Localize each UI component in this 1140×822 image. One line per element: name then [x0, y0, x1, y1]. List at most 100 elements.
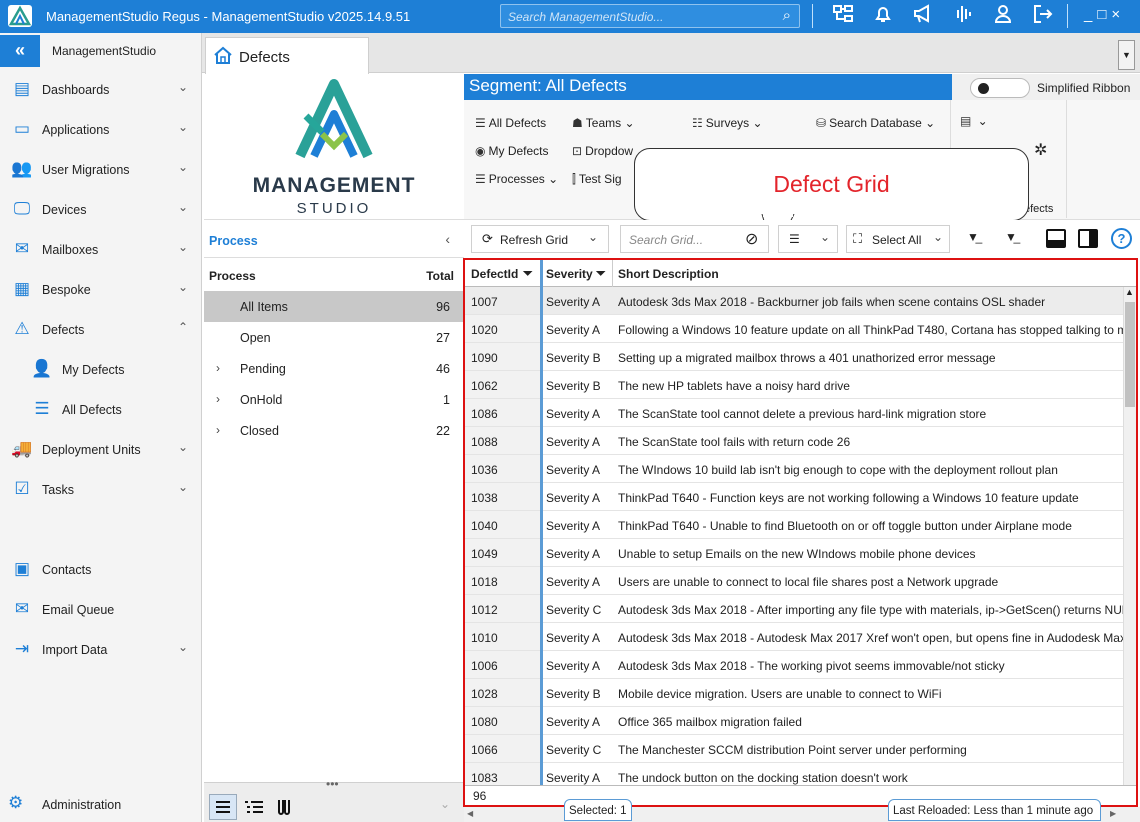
expand-icon[interactable]: › — [216, 392, 220, 406]
column-header-severity[interactable]: Severity — [546, 267, 593, 281]
minimize-button[interactable]: _ — [1084, 6, 1097, 23]
tree-view-icon[interactable] — [244, 800, 264, 814]
bug-icon[interactable]: ✲ — [1034, 140, 1047, 160]
table-row[interactable]: 1036 Severity A The WIndows 10 build lab i… — [465, 455, 1125, 483]
process-row-pending[interactable]: › Pending 46 — [204, 353, 464, 384]
help-icon[interactable]: ? — [1111, 228, 1132, 249]
table-row[interactable]: 1049 Severity A Unable to setup Emails on … — [465, 539, 1125, 567]
sidebar-item-defects[interactable]: ⚠ Defects ⌃ — [0, 310, 202, 348]
table-row[interactable]: 1086 Severity A The ScanState tool cannot … — [465, 399, 1125, 427]
scroll-up-icon[interactable]: ▲ — [1125, 287, 1134, 297]
chevron-down-icon[interactable]: ⌄ — [178, 440, 188, 454]
my-defects-button[interactable]: ◉ My Defects — [475, 144, 549, 158]
global-search-input[interactable]: Search ManagementStudio... ⌕ — [500, 4, 800, 28]
resize-grip-icon[interactable]: ••• — [326, 777, 339, 791]
collapse-sidebar-button[interactable]: « — [0, 35, 40, 67]
sidebar-item-tasks[interactable]: ☑ Tasks ⌄ — [0, 470, 202, 508]
megaphone-icon[interactable] — [910, 4, 936, 28]
tab-list-dropdown-button[interactable]: ▼ — [1118, 40, 1135, 70]
simplified-ribbon-toggle[interactable] — [970, 78, 1030, 98]
chevron-up-icon[interactable]: ⌃ — [178, 320, 188, 334]
sidebar-item-user-migrations[interactable]: 👥 User Migrations ⌄ — [0, 150, 202, 188]
chevron-down-icon[interactable]: ⌄ — [178, 80, 188, 94]
collapse-panel-icon[interactable]: ‹ — [445, 231, 450, 247]
chevron-down-icon[interactable]: ⌄ — [178, 280, 188, 294]
total-column-label[interactable]: Total — [426, 269, 454, 283]
sidebar-item-mailboxes[interactable]: ✉ Mailboxes ⌄ — [0, 230, 202, 268]
sidebar-item-bespoke[interactable]: ▦ Bespoke ⌄ — [0, 270, 202, 308]
org-chart-icon[interactable] — [830, 4, 856, 28]
table-row[interactable]: 1007 Severity A Autodesk 3ds Max 2018 - Ba… — [465, 287, 1125, 315]
table-row[interactable]: 1012 Severity C Autodesk 3ds Max 2018 - Af… — [465, 595, 1125, 623]
audio-wave-icon[interactable] — [950, 4, 976, 28]
chevron-down-icon[interactable]: ⌄ — [178, 640, 188, 654]
table-row[interactable]: 1006 Severity A Autodesk 3ds Max 2018 - Th… — [465, 651, 1125, 679]
process-row-onhold[interactable]: › OnHold 1 — [204, 384, 464, 415]
close-button[interactable]: × — [1111, 6, 1125, 23]
expand-icon[interactable]: › — [216, 423, 220, 437]
user-icon[interactable] — [990, 4, 1016, 28]
sidebar-item-administration[interactable]: ⚙ Administration — [0, 790, 202, 820]
vertical-scrollbar[interactable]: ▲ — [1123, 287, 1136, 797]
search-database-button[interactable]: ⛁ Search Database ⌄ — [816, 116, 935, 130]
sidebar-item-all-defects[interactable]: ☰ All Defects — [0, 390, 202, 428]
tab-defects[interactable]: Defects — [205, 37, 369, 74]
sidebar-item-my-defects[interactable]: 👤 My Defects — [0, 350, 202, 388]
column-header-short-description[interactable]: Short Description — [618, 267, 719, 281]
chevron-down-icon[interactable]: ⌄ — [178, 240, 188, 254]
sort-menu-button[interactable]: ☰ ⌄ — [778, 225, 838, 253]
surveys-button[interactable]: ☷ Surveys ⌄ — [692, 116, 763, 130]
table-row[interactable]: 1080 Severity A Office 365 mailbox migrati… — [465, 707, 1125, 735]
sidebar-item-applications[interactable]: ▭ Applications ⌄ — [0, 110, 202, 148]
chevron-down-icon[interactable]: ⌄ — [178, 480, 188, 494]
window-controls[interactable]: _□× — [1084, 6, 1125, 23]
all-defects-button[interactable]: ☰ All Defects — [475, 116, 546, 130]
test-signoff-button[interactable]: ⫿ Test Sig — [572, 172, 622, 187]
table-row[interactable]: 1090 Severity B Setting up a migrated mail… — [465, 343, 1125, 371]
test-tubes-icon[interactable] — [276, 799, 292, 815]
column-header-defectid[interactable]: DefectId — [471, 267, 518, 281]
scroll-right-icon[interactable]: ▶ — [1110, 809, 1116, 818]
chevron-down-icon[interactable]: ⌄ — [178, 160, 188, 174]
table-row[interactable]: 1088 Severity A The ScanState tool fails w… — [465, 427, 1125, 455]
sign-out-icon[interactable] — [1030, 4, 1056, 28]
filter-icon[interactable]: ⏷ — [596, 266, 606, 281]
process-column-label[interactable]: Process — [209, 269, 256, 283]
sidebar-item-import-data[interactable]: ⇥ Import Data ⌄ — [0, 630, 202, 668]
search-icon[interactable]: ⌕ — [783, 7, 791, 24]
processes-button[interactable]: ☰ Processes ⌄ — [475, 172, 558, 186]
table-row[interactable]: 1040 Severity A ThinkPad T640 - Unable to … — [465, 511, 1125, 539]
bottom-panel-toggle-icon[interactable] — [1046, 229, 1066, 248]
sidebar-item-deployment-units[interactable]: 🚚 Deployment Units ⌄ — [0, 430, 202, 468]
search-grid-input[interactable]: Search Grid... ⊘ — [620, 225, 769, 253]
sidebar-item-contacts[interactable]: ▣ Contacts — [0, 550, 202, 588]
clear-search-icon[interactable]: ⊘ — [745, 229, 758, 249]
select-all-button[interactable]: ⛶ Select All ⌄ — [846, 225, 950, 253]
table-row[interactable]: 1062 Severity B The new HP tablets have a … — [465, 371, 1125, 399]
table-row[interactable]: 1038 Severity A ThinkPad T640 - Function k… — [465, 483, 1125, 511]
frozen-column-divider[interactable] — [540, 260, 543, 805]
side-panel-toggle-icon[interactable] — [1078, 229, 1098, 248]
table-row[interactable]: 1066 Severity C The Manchester SCCM distri… — [465, 735, 1125, 763]
chevron-down-icon[interactable]: ⌄ — [178, 200, 188, 214]
chevron-down-icon[interactable]: ⌄ — [178, 120, 188, 134]
table-row[interactable]: 1020 Severity A Following a Windows 10 fea… — [465, 315, 1127, 343]
table-row[interactable]: 1018 Severity A Users are unable to connec… — [465, 567, 1125, 595]
process-row-all-items[interactable]: All Items 96 — [204, 291, 464, 322]
scroll-left-icon[interactable]: ◀ — [467, 809, 473, 818]
dropdown-button[interactable]: ⊡ Dropdow — [572, 144, 633, 158]
bell-icon[interactable] — [870, 4, 896, 28]
view-options-button[interactable]: ▤ ⌄ — [960, 114, 988, 128]
sidebar-item-dashboards[interactable]: ▤ Dashboards ⌄ — [0, 70, 202, 108]
sidebar-item-devices[interactable]: 🖵 Devices ⌄ — [0, 190, 202, 228]
table-row[interactable]: 1010 Severity A Autodesk 3ds Max 2018 - Au… — [465, 623, 1126, 651]
table-row[interactable]: 1028 Severity B Mobile device migration. U… — [465, 679, 1125, 707]
maximize-button[interactable]: □ — [1097, 6, 1111, 23]
process-row-closed[interactable]: › Closed 22 — [204, 415, 464, 446]
filter-down-icon[interactable]: ▼̲ — [1005, 230, 1017, 244]
refresh-grid-button[interactable]: ⟳ Refresh Grid ⌄ — [471, 225, 609, 253]
expand-icon[interactable]: › — [216, 361, 220, 375]
scrollbar-thumb[interactable] — [1125, 302, 1135, 407]
filter-icon[interactable]: ⏷ — [523, 266, 533, 281]
process-row-open[interactable]: Open 27 — [204, 322, 464, 353]
